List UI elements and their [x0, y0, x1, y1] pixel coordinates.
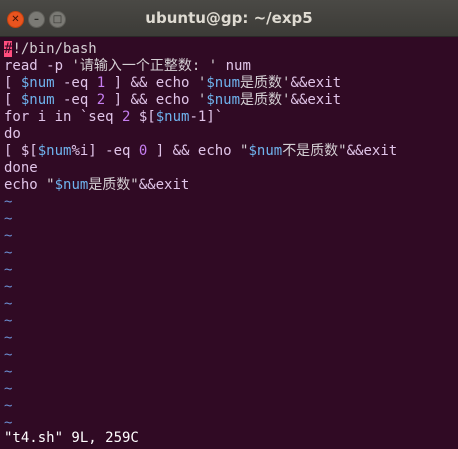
code-token: [	[4, 75, 21, 91]
code-token: $num	[37, 143, 72, 159]
code-token: $[	[130, 109, 156, 125]
code-token: $num	[54, 177, 89, 193]
empty-buffer-line: ~	[4, 194, 13, 210]
code-line: done	[4, 160, 458, 177]
code-line: #!/bin/bash	[4, 41, 458, 58]
code-token: echo	[4, 177, 47, 193]
code-token: num	[217, 58, 251, 74]
empty-buffer-line: ~	[4, 313, 13, 329]
empty-buffer-line: ~	[4, 364, 13, 380]
code-token: 是质数'	[240, 75, 291, 91]
code-token: $num	[248, 143, 283, 159]
code-token: -eq	[54, 92, 97, 108]
code-token: for i in	[4, 109, 80, 125]
code-token: ] && echo	[105, 92, 198, 108]
code-line: [ $num -eq 2 ] && echo '$num是质数'&&exit	[4, 92, 458, 109]
code-token: -1]`	[189, 109, 224, 125]
code-token: `seq	[79, 109, 123, 125]
empty-buffer-line: ~	[4, 211, 13, 227]
code-token: 1	[96, 75, 106, 91]
terminal-window: ✕ – □ ubuntu@gp: ~/exp5 #!/bin/bash read …	[0, 0, 458, 449]
empty-buffer-line: ~	[4, 262, 13, 278]
code-token: [	[4, 92, 21, 108]
code-token: done	[4, 160, 38, 176]
empty-buffer-line: ~	[4, 381, 13, 397]
code-token: $num	[20, 92, 55, 108]
code-token: &&exit	[290, 92, 342, 108]
empty-buffer-line: ~	[4, 347, 13, 363]
code-line: [ $[$num%i] -eq 0 ] && echo "$num不是质数"&&…	[4, 143, 458, 160]
title-bar[interactable]: ✕ – □ ubuntu@gp: ~/exp5	[0, 0, 458, 37]
vim-editor[interactable]: #!/bin/bash read -p '请输入一个正整数: ' num[ $nu…	[4, 41, 458, 432]
code-token: %i] -eq	[71, 143, 139, 159]
code-token: &&exit	[290, 75, 342, 91]
code-token: $num	[155, 109, 190, 125]
code-token: $num	[206, 92, 241, 108]
code-token: &&exit	[346, 143, 398, 159]
code-token: $num	[206, 75, 241, 91]
code-line: for i in `seq 2 $[$num-1]`	[4, 109, 458, 126]
code-token: "	[46, 177, 55, 193]
code-token: ] && echo	[105, 75, 198, 91]
empty-buffer-line: ~	[4, 330, 13, 346]
code-token: 是质数'	[240, 92, 291, 108]
code-token: 是质数"	[88, 177, 139, 193]
empty-buffer-line: ~	[4, 228, 13, 244]
code-token: !/bin/bash	[12, 41, 97, 57]
window-title: ubuntu@gp: ~/exp5	[145, 9, 313, 27]
code-token: 不是质数"	[282, 143, 347, 159]
empty-buffer-line: ~	[4, 279, 13, 295]
status-line: "t4.sh" 9L, 259C	[4, 430, 139, 446]
code-token: '请输入一个正整数: '	[71, 58, 218, 74]
code-token: $num	[20, 75, 55, 91]
code-token: 2	[96, 92, 106, 108]
empty-buffer-line: ~	[4, 296, 13, 312]
code-line: read -p '请输入一个正整数: ' num	[4, 58, 458, 75]
code-token: do	[4, 126, 21, 142]
code-token: [ $[	[4, 143, 38, 159]
code-line: [ $num -eq 1 ] && echo '$num是质数'&&exit	[4, 75, 458, 92]
code-line: echo "$num是质数"&&exit	[4, 177, 458, 194]
code-token: read -p	[4, 58, 72, 74]
code-line: do	[4, 126, 458, 143]
empty-buffer-line: ~	[4, 398, 13, 414]
code-token: -eq	[54, 75, 97, 91]
code-token: &&exit	[138, 177, 190, 193]
empty-buffer-line: ~	[4, 245, 13, 261]
code-token: ] && echo	[147, 143, 241, 159]
